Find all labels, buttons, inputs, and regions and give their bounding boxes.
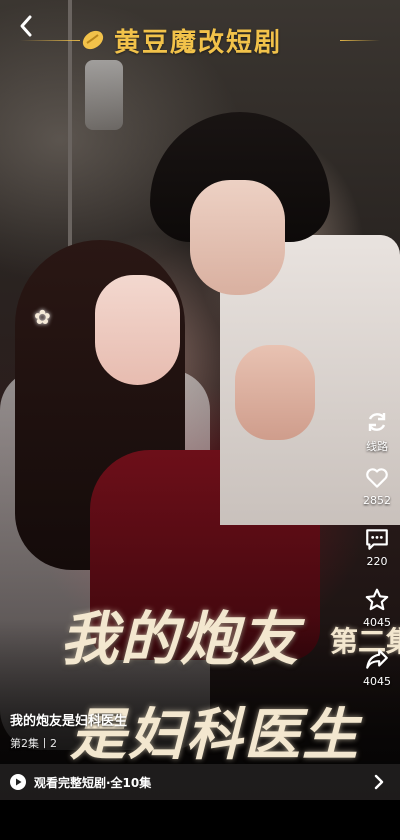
favorite-button[interactable]: 4045 — [355, 586, 399, 629]
bottom-safe-area — [0, 800, 400, 840]
watch-full-label: 观看完整短剧·全10集 — [34, 775, 152, 790]
man-face — [190, 180, 285, 295]
back-button[interactable] — [14, 14, 38, 38]
woman-face — [95, 275, 180, 385]
brand-divider-right — [340, 40, 380, 41]
brand-name: 黄豆魔改短剧 — [114, 27, 283, 58]
drama-title[interactable]: 我的炮友是妇科医生 — [10, 710, 127, 729]
chevron-right-icon — [374, 774, 384, 790]
star-icon — [363, 586, 391, 614]
iv-bag — [85, 60, 123, 130]
butterfly-clip-icon: ✿ — [34, 305, 51, 329]
refresh-icon — [363, 408, 391, 436]
share-count: 4045 — [363, 675, 391, 688]
brand-header: 黄豆魔改短剧 — [80, 22, 282, 58]
share-icon — [363, 645, 391, 673]
share-button[interactable]: 4045 — [355, 645, 399, 688]
favorite-count: 4045 — [363, 616, 391, 629]
like-button[interactable]: 2852 — [355, 464, 399, 507]
video-player-screen: ✿ 黄豆魔改短剧 我的炮友 是妇科医生 第二集 线路 — [0, 0, 400, 840]
comment-icon — [363, 525, 391, 553]
clasped-hands — [235, 345, 315, 440]
iv-pole — [68, 0, 72, 250]
route-label: 线路 — [366, 440, 388, 453]
bean-logo-icon — [82, 30, 104, 50]
episode-info: 第2集丨2 — [10, 737, 57, 750]
watch-full-drama-bar[interactable]: 观看完整短剧·全10集 — [0, 764, 400, 800]
chevron-left-icon — [20, 15, 32, 37]
brand-divider-left — [20, 40, 80, 41]
like-count: 2852 — [363, 494, 391, 507]
play-icon — [10, 774, 26, 790]
heart-icon — [363, 464, 391, 492]
poster-title-line2: 是妇科医生 — [70, 702, 360, 768]
route-button[interactable]: 线路 — [355, 408, 399, 454]
comment-count: 220 — [366, 555, 388, 568]
comment-button[interactable]: 220 — [355, 525, 399, 568]
poster-title-line1: 我的炮友 — [60, 605, 301, 673]
